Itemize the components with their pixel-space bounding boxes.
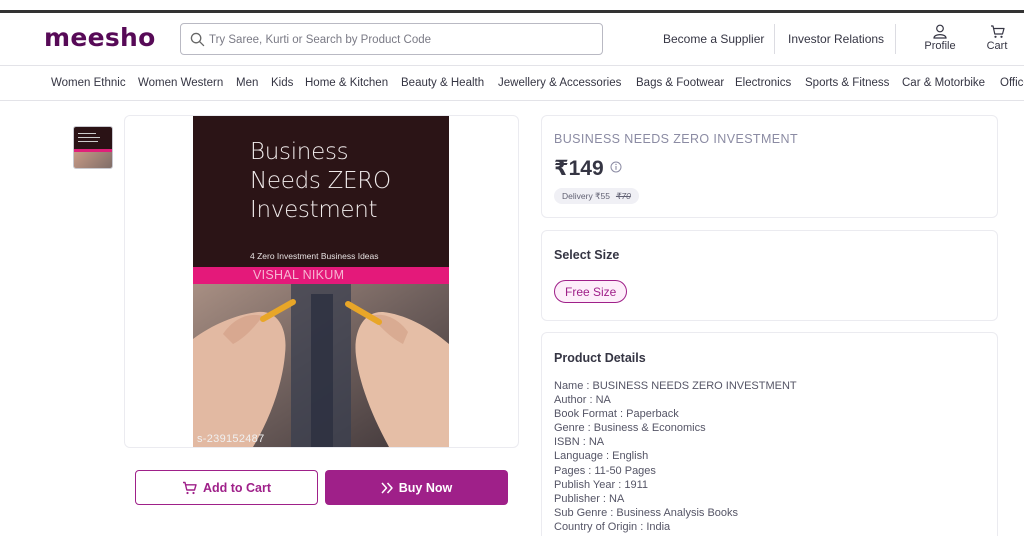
info-icon[interactable] — [610, 161, 622, 173]
nav-men[interactable]: Men — [236, 77, 258, 89]
become-supplier-link[interactable]: Become a Supplier — [663, 32, 764, 46]
size-option-free-size[interactable]: Free Size — [554, 280, 628, 303]
cart-icon — [182, 481, 197, 494]
search-bar[interactable] — [180, 23, 603, 55]
buy-now-button[interactable]: Buy Now — [325, 470, 508, 505]
nav-electronics[interactable]: Electronics — [735, 77, 791, 89]
detail-line: Book Format : Paperback — [554, 408, 679, 421]
nav-office[interactable]: Office — [1000, 77, 1024, 89]
product-title: BUSINESS NEEDS ZERO INVESTMENT — [554, 132, 798, 146]
header: meesho Become a Supplier Investor Relati… — [0, 13, 1024, 66]
nav-home-kitchen[interactable]: Home & Kitchen — [305, 77, 388, 89]
product-details-list: Name : BUSINESS NEEDS ZERO INVESTMENT Au… — [554, 379, 797, 534]
profile-button[interactable]: Profile — [920, 24, 960, 52]
cart-icon — [990, 25, 1005, 38]
cover-author: VISHAL NIKUM — [253, 268, 345, 282]
detail-line: Sub Genre : Business Analysis Books — [554, 506, 739, 519]
product-details-heading: Product Details — [554, 351, 646, 365]
nav-jewellery-accessories[interactable]: Jewellery & Accessories — [498, 77, 621, 89]
cart-label: Cart — [986, 40, 1008, 52]
detail-line: Name : BUSINESS NEEDS ZERO INVESTMENT — [554, 380, 797, 392]
search-icon — [190, 32, 205, 47]
product-details-card: Product Details Name : BUSINESS NEEDS ZE… — [541, 332, 998, 536]
add-to-cart-label: Add to Cart — [202, 480, 272, 495]
double-chevron-right-icon — [381, 481, 393, 494]
nav-sports-fitness[interactable]: Sports & Fitness — [805, 77, 889, 89]
cart-button[interactable]: Cart — [977, 24, 1017, 52]
divider — [774, 24, 775, 54]
detail-line: Country of Origin : India — [554, 520, 671, 533]
buy-now-label: Buy Now — [398, 480, 453, 495]
size-card: Select Size Free Size — [541, 230, 998, 321]
nav-beauty-health[interactable]: Beauty & Health — [401, 77, 484, 89]
detail-line: Pages : 11-50 Pages — [554, 464, 656, 477]
product-image[interactable]: Business Needs ZERO Investment 4 Zero In… — [193, 116, 449, 447]
delivery-original-charge: ₹70 — [615, 190, 631, 201]
delivery-badge: Delivery ₹55 ₹70 — [554, 188, 639, 204]
detail-line: Genre : Business & Economics — [554, 422, 706, 435]
cover-title: Business Needs ZERO Investment — [250, 139, 391, 223]
price-card: BUSINESS NEEDS ZERO INVESTMENT ₹149 Deli… — [541, 115, 998, 218]
detail-line: Author : NA — [554, 394, 611, 407]
user-icon — [933, 24, 947, 39]
investor-relations-link[interactable]: Investor Relations — [788, 32, 884, 46]
nav-women-western[interactable]: Women Western — [138, 77, 223, 89]
profile-label: Profile — [924, 40, 956, 52]
nav-car-motorbike[interactable]: Car & Motorbike — [902, 77, 985, 89]
meesho-logo[interactable]: meesho — [44, 23, 156, 52]
nav-kids[interactable]: Kids — [271, 77, 293, 89]
search-input[interactable] — [209, 30, 589, 50]
product-code: s-239152487 — [197, 433, 265, 445]
detail-line: ISBN : NA — [554, 436, 605, 449]
detail-line: Publisher : NA — [554, 492, 625, 505]
nav-women-ethnic[interactable]: Women Ethnic — [51, 77, 126, 89]
product-price: ₹149 — [554, 157, 604, 180]
delivery-charge: Delivery ₹55 — [562, 190, 610, 201]
cover-subtitle: 4 Zero Investment Business Ideas — [250, 251, 379, 261]
detail-line: Publish Year : 1911 — [554, 478, 648, 491]
add-to-cart-button[interactable]: Add to Cart — [135, 470, 318, 505]
detail-line: Language : English — [554, 450, 649, 463]
product-thumbnail[interactable] — [73, 126, 113, 169]
size-heading: Select Size — [554, 248, 620, 262]
category-nav: Women Ethnic Women Western Men Kids Home… — [0, 67, 1024, 101]
nav-bags-footwear[interactable]: Bags & Footwear — [636, 77, 724, 89]
divider — [895, 24, 896, 54]
cover-photo — [193, 284, 449, 447]
